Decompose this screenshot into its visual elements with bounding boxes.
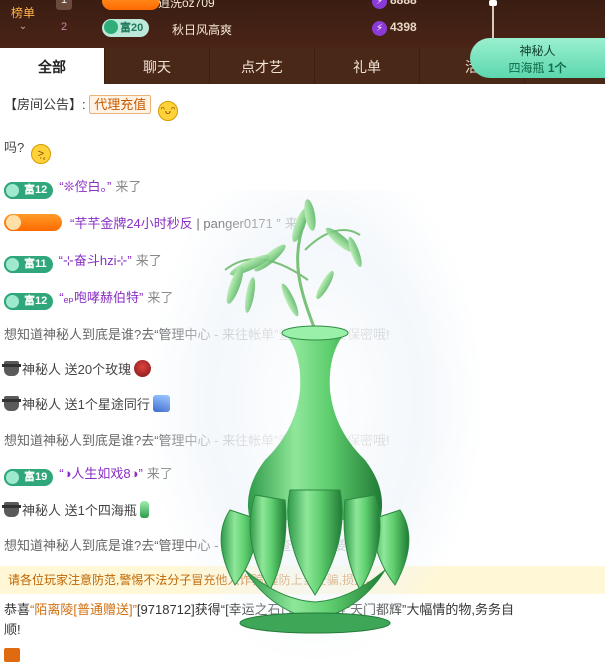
broadcast-message: 恭喜“陌离陵[普通赠送]”[9718712]获得“[幸运之石]”[1个],获得“… xyxy=(4,600,600,640)
wealth-badge: 富11 xyxy=(4,256,53,273)
mystery-gift-name: 四海瓶 xyxy=(508,61,545,75)
vase-icon xyxy=(139,501,149,518)
horn-icon[interactable] xyxy=(4,648,20,662)
chat-line: 富19 “◑人生如戏8◑” 来了 xyxy=(4,463,173,486)
scrollbar-track[interactable] xyxy=(492,0,494,40)
announcement-label: 【房间公告】: xyxy=(4,97,86,112)
wealth-badge: 富12 xyxy=(4,182,54,199)
rank-row[interactable]: 2 富20 秋日风高爽 ⚡ 4398 xyxy=(56,18,496,40)
coin-icon xyxy=(4,293,21,310)
scrollbar-thumb[interactable] xyxy=(489,0,497,6)
mystery-gift-pill[interactable]: 神秘人 四海瓶 1个 xyxy=(470,38,605,78)
mystery-gift-count: 1个 xyxy=(547,61,567,75)
wealth-level: 富20 xyxy=(120,22,144,34)
enter-text: 来了 xyxy=(135,253,162,268)
rank-score: ⚡ 8888 xyxy=(372,0,417,9)
wealth-level: 富11 xyxy=(24,258,47,270)
rank-score-value: 4398 xyxy=(390,20,417,34)
enter-text: 来了 xyxy=(115,179,142,194)
rose-icon xyxy=(134,360,152,377)
chat-line: 吗? ˃̣̣̥ xyxy=(4,137,51,164)
wealth-level: 富12 xyxy=(24,184,48,196)
tab-talent[interactable]: 点才艺 xyxy=(210,48,315,84)
coin-icon xyxy=(4,256,21,273)
grin-emoji-icon: ᵔᴗᵔ xyxy=(157,101,178,121)
chat-text: 吗? xyxy=(4,140,25,155)
spy-icon xyxy=(2,502,21,517)
coin-icon xyxy=(4,469,21,486)
wealth-badge: 富12 xyxy=(4,293,54,310)
username-suffix: | panger0171 ” xyxy=(196,216,281,231)
system-message: 想知道神秘人到底是谁?去“管理中心 - 来往帐单”查看,记得要保密哦! xyxy=(4,538,390,553)
rank-tab[interactable]: 榜单 ⌄ xyxy=(0,0,46,48)
fraud-warning-banner: 请各位玩家注意防范,警惕不法分子冒充他人诈骗,谨防上当受骗,损失。 xyxy=(0,566,605,594)
rank-username: 秋日风高爽 xyxy=(172,23,233,37)
lightning-icon: ⚡ xyxy=(372,0,387,9)
system-message: 想知道神秘人到底是谁?去“管理中心 - 来往帐单”查看,记得要保密哦! xyxy=(4,327,390,342)
username-link[interactable]: “◑人生如戏8◑” xyxy=(59,466,143,481)
tab-chat[interactable]: 聊天 xyxy=(105,48,210,84)
coin-icon xyxy=(104,20,118,34)
wealth-badge: 富20 xyxy=(102,19,150,37)
wealth-level: 富12 xyxy=(24,295,48,307)
username-link[interactable]: “❊倥白。” xyxy=(59,179,111,194)
spy-icon xyxy=(2,396,21,411)
sender-name[interactable]: 神秘人 xyxy=(22,397,61,412)
mystery-title: 神秘人 xyxy=(519,44,556,58)
rank-tab-label: 榜单 xyxy=(10,6,35,20)
star-journey-icon xyxy=(152,395,170,412)
sweat-emoji-icon: ˃̣̣̥ xyxy=(30,144,51,164)
username-link[interactable]: “⊹奋斗hzi⊹” xyxy=(59,253,132,268)
enter-text: 来了 xyxy=(147,290,174,305)
chat-line: 富11 “⊹奋斗hzi⊹” 来了 xyxy=(4,250,162,273)
tab-gift-list[interactable]: 礼单 xyxy=(315,48,420,84)
announcement-chip[interactable]: 代理充值 xyxy=(89,95,152,114)
username-link[interactable]: “ₑₚ咆哮赫伯特” xyxy=(59,290,143,305)
rank-score-value: 8888 xyxy=(390,0,417,7)
broadcast-body: [9718712]获得“[幸运之石]”[1个],获得“天门都辉”大幅情的物,务务… xyxy=(136,602,514,617)
chat-area[interactable]: 【房间公告】: 代理充值 ᵔᴗᵔ 吗? ˃̣̣̥ 富12 “❊倥白。” 来了 “芊芊… xyxy=(0,84,605,564)
announcement-line: 【房间公告】: 代理充值 ᵔᴗᵔ xyxy=(4,94,178,121)
wealth-level: 富19 xyxy=(24,471,48,483)
chat-line: 神秘人 送1个四海瓶 xyxy=(2,500,149,519)
rank-username: 逍洗oz709 xyxy=(158,0,215,10)
broadcast-prefix: 恭喜 xyxy=(4,602,31,617)
wealth-badge xyxy=(102,0,160,10)
chat-line: 富12 “ₑₚ咆哮赫伯特” 来了 xyxy=(4,287,173,310)
chat-line: 富12 “❊倥白。” 来了 xyxy=(4,176,141,199)
username-link[interactable]: “芊芊金牌24小时秒反 xyxy=(70,216,193,231)
mystery-gift-line: 四海瓶 1个 xyxy=(470,59,605,76)
tab-all[interactable]: 全部 xyxy=(0,48,105,84)
enter-text: 来了 xyxy=(284,216,311,231)
wealth-badge: 富19 xyxy=(4,469,54,486)
gift-text: 送1个四海瓶 xyxy=(64,503,137,518)
rank-row[interactable]: 1 逍洗oz709 ⚡ 8888 xyxy=(56,0,496,13)
chat-line: 神秘人 送20个玫瑰 xyxy=(2,359,152,378)
gift-text: 送20个玫瑰 xyxy=(64,362,132,377)
coin-icon xyxy=(4,182,21,199)
gift-text: 送1个星途同行 xyxy=(64,397,150,412)
rank-number: 1 xyxy=(56,0,72,10)
wealth-badge xyxy=(4,214,62,231)
spy-icon xyxy=(2,361,21,376)
chat-line: “芊芊金牌24小时秒反 | panger0171 ” 来了 xyxy=(4,213,311,232)
enter-text: 来了 xyxy=(146,466,173,481)
chat-line: 神秘人 送1个星途同行 xyxy=(2,394,170,413)
broadcast-end: 顺! xyxy=(4,622,21,637)
rank-score: ⚡ 4398 xyxy=(372,20,417,36)
chevron-down-icon[interactable]: ⌄ xyxy=(0,21,46,32)
system-message: 想知道神秘人到底是谁?去“管理中心 - 来往帐单”查看,记得要保密哦! xyxy=(4,433,390,448)
sender-name[interactable]: 神秘人 xyxy=(22,503,61,518)
sender-name[interactable]: 神秘人 xyxy=(22,362,61,377)
rank-number: 2 xyxy=(60,21,68,33)
lightning-icon: ⚡ xyxy=(372,21,387,36)
broadcast-user-link[interactable]: “陌离陵[普通赠送]” xyxy=(30,602,137,617)
